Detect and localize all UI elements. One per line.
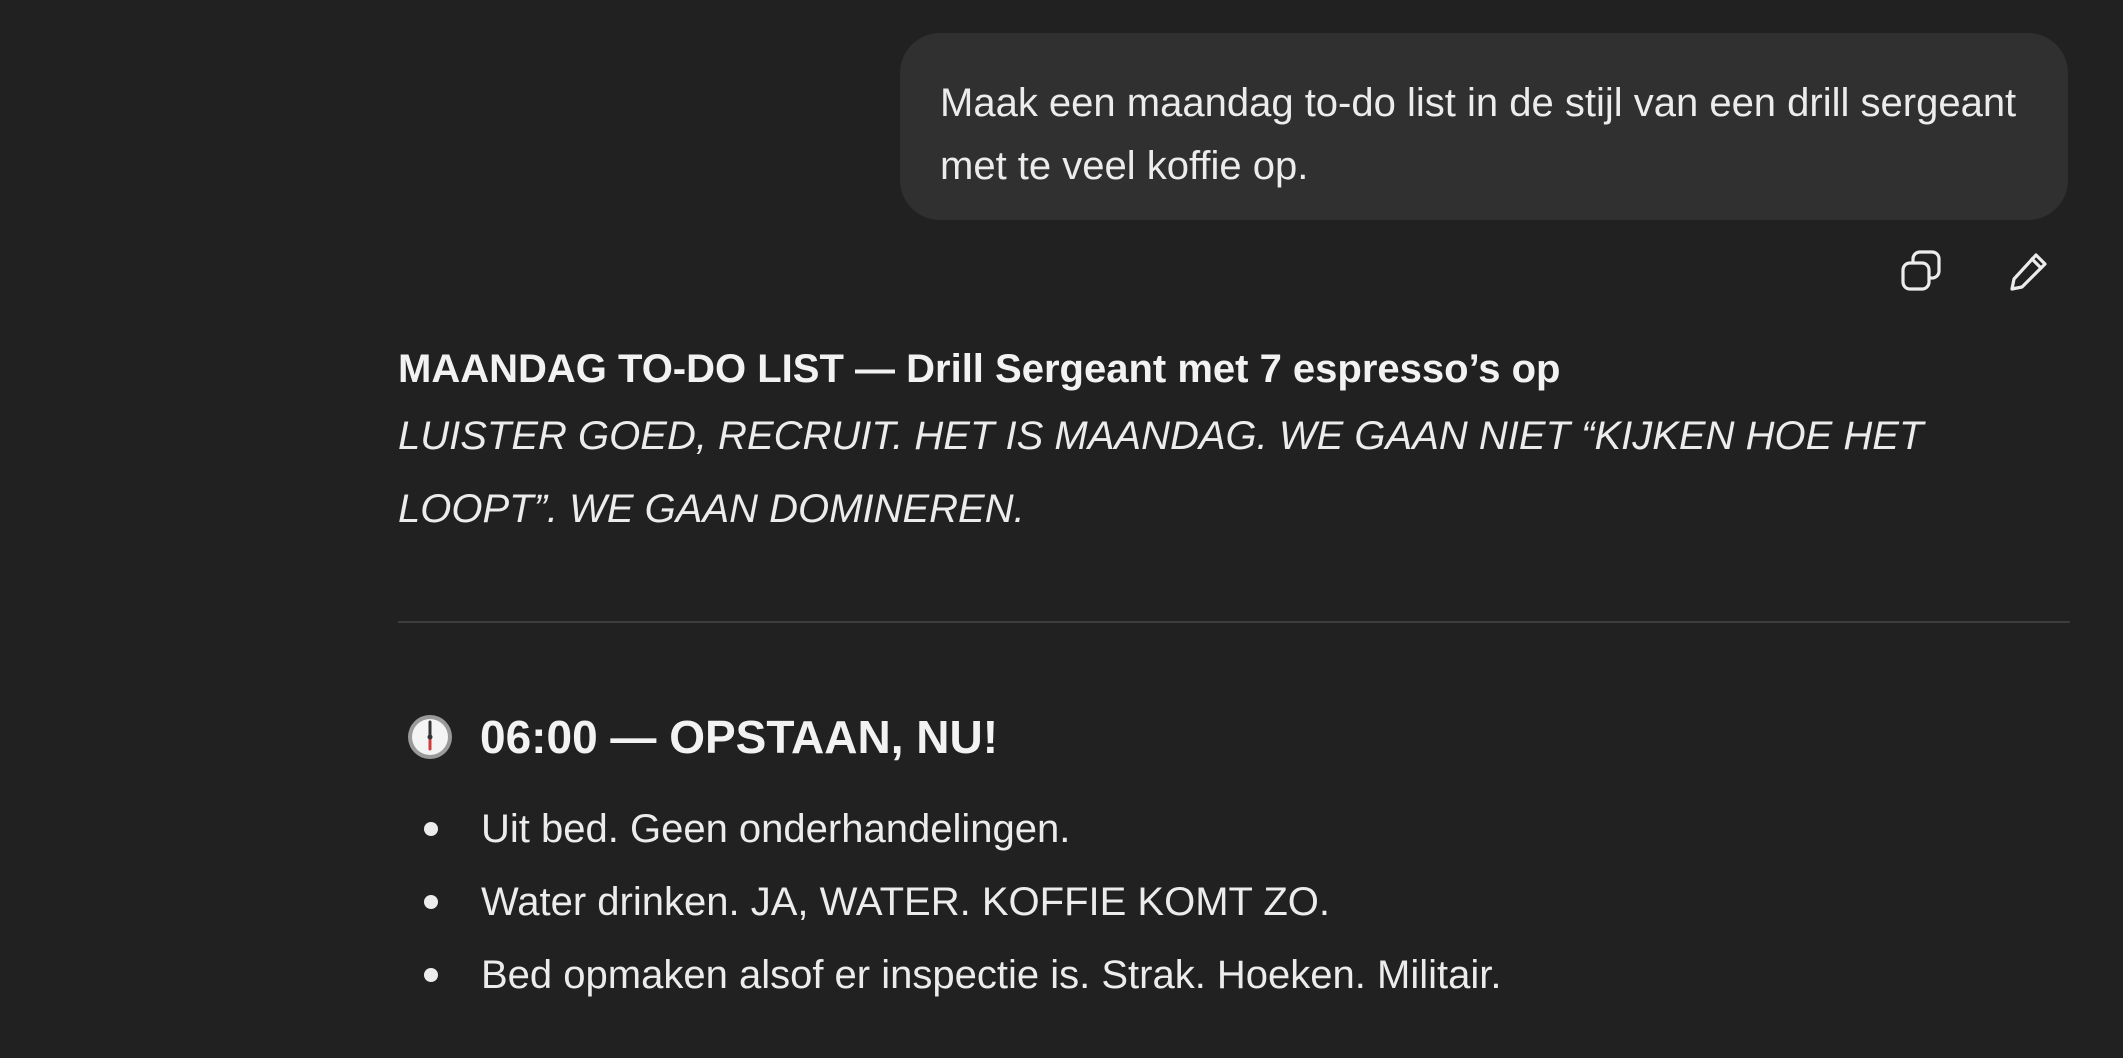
user-message-bubble: Maak een maandag to-do list in de stijl … (900, 33, 2068, 220)
task-list: Uit bed. Geen onderhandelingen. Water dr… (398, 793, 1501, 1012)
section-title: 06:00 — OPSTAAN, NU! (480, 711, 999, 763)
response-title: MAANDAG TO-DO LIST — Drill Sergeant met … (398, 347, 1561, 391)
section-heading: 06:00 — OPSTAAN, NU! (398, 707, 998, 767)
list-item-text: Water drinken. JA, WATER. KOFFIE KOMT ZO… (481, 880, 1331, 924)
bullet (424, 822, 438, 836)
list-item: Uit bed. Geen onderhandelingen. (398, 793, 1501, 866)
message-actions (1896, 246, 2054, 296)
user-message-text: Maak een maandag to-do list in de stijl … (940, 81, 2017, 188)
divider (398, 621, 2070, 623)
list-item: Water drinken. JA, WATER. KOFFIE KOMT ZO… (398, 866, 1501, 939)
pencil-icon (2010, 253, 2047, 291)
response-intro: LUISTER GOED, RECRUIT. HET IS MAANDAG. W… (398, 414, 1924, 531)
bullet (424, 895, 438, 909)
edit-button[interactable] (2004, 246, 2054, 296)
list-item-text: Uit bed. Geen onderhandelingen. (481, 807, 1071, 851)
bullet (424, 968, 438, 982)
copy-button[interactable] (1896, 246, 1946, 296)
chat-page: Maak een maandag to-do list in de stijl … (0, 0, 2123, 1058)
copy-icon (1901, 250, 1941, 291)
list-item-text: Bed opmaken alsof er inspectie is. Strak… (481, 953, 1502, 997)
assistant-response: MAANDAG TO-DO LIST — Drill Sergeant met … (398, 338, 2070, 997)
list-item: Bed opmaken alsof er inspectie is. Strak… (398, 939, 1501, 1012)
clock-icon (408, 715, 452, 759)
